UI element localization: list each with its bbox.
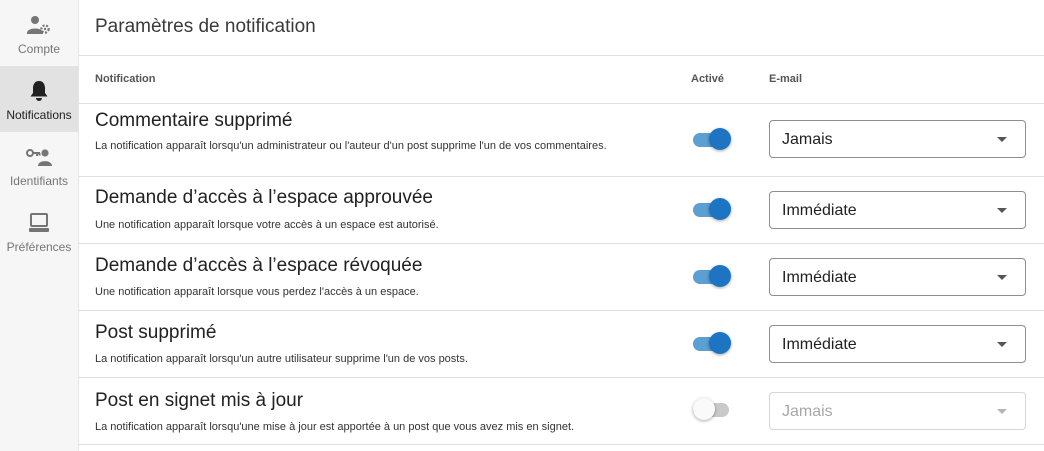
notification-description: La notification apparaît lorsqu'un admin… [95,140,607,152]
notification-row: Commentaire supprimé La notification app… [79,104,1044,177]
sidebar-item-identifiants[interactable]: Identifiants [0,132,78,198]
sidebar-item-label: Préférences [6,240,72,254]
column-header-email: E-mail [769,73,803,85]
email-frequency-select[interactable]: Immédiate [769,325,1026,363]
notification-row: Demande d’accès à l’espace approuvée Une… [79,177,1044,244]
email-frequency-select[interactable]: Immédiate [769,191,1026,229]
sidebar-item-label: Notifications [6,108,72,122]
notification-title: Commentaire supprimé [95,110,293,131]
notification-row: Post supprimé La notification apparaît l… [79,311,1044,378]
dropdown-arrow-icon [997,137,1007,142]
notification-title: Post en signet mis à jour [95,390,304,411]
email-frequency-select[interactable]: Jamais [769,392,1026,430]
email-frequency-value: Immédiate [782,202,857,219]
notification-title: Post supprimé [95,322,217,343]
bell-icon [29,78,49,104]
account-settings-icon [27,12,51,38]
enabled-toggle[interactable] [693,398,733,422]
notification-description: Une notification apparaît lorsque votre … [95,219,439,231]
key-user-icon [26,144,52,170]
notification-description: La notification apparaît lorsqu'un autre… [95,353,468,365]
notification-description: Une notification apparaît lorsque vous p… [95,286,419,298]
notification-row: Post en signet mis à jour La notificatio… [79,378,1044,445]
email-frequency-value: Jamais [782,403,833,420]
email-frequency-value: Jamais [782,131,833,148]
email-frequency-select[interactable]: Jamais [769,120,1026,158]
enabled-toggle[interactable] [693,332,733,356]
toggle-thumb [709,128,731,150]
email-frequency-select[interactable]: Immédiate [769,258,1026,296]
dropdown-arrow-icon [997,275,1007,280]
monitor-icon [29,210,49,236]
sidebar-item-notifications[interactable]: Notifications [0,66,78,132]
sidebar-item-preferences[interactable]: Préférences [0,198,78,264]
dropdown-arrow-icon [997,342,1007,347]
toggle-thumb [709,332,731,354]
sidebar: Compte Notifications Identifiants Préfér… [0,0,79,451]
sidebar-item-compte[interactable]: Compte [0,0,78,66]
toggle-thumb [709,265,731,287]
enabled-toggle[interactable] [693,198,733,222]
toggle-thumb [693,398,715,420]
email-frequency-value: Immédiate [782,336,857,353]
title-divider [79,55,1044,56]
notification-description: La notification apparaît lorsqu'une mise… [95,421,575,433]
toggle-thumb [709,198,731,220]
enabled-toggle[interactable] [693,128,733,152]
sidebar-item-label: Compte [17,42,61,56]
notification-title: Demande d’accès à l’espace approuvée [95,187,433,208]
column-header-notification: Notification [95,73,156,85]
page-title: Paramètres de notification [95,16,316,37]
sidebar-item-label: Identifiants [9,174,69,188]
dropdown-arrow-icon [997,409,1007,414]
main-content: Paramètres de notification Notification … [79,0,1044,451]
notification-row: Demande d’accès à l’espace révoquée Une … [79,244,1044,311]
dropdown-arrow-icon [997,208,1007,213]
notification-title: Demande d’accès à l’espace révoquée [95,255,423,276]
column-header-active: Activé [691,73,725,85]
enabled-toggle[interactable] [693,265,733,289]
email-frequency-value: Immédiate [782,269,857,286]
